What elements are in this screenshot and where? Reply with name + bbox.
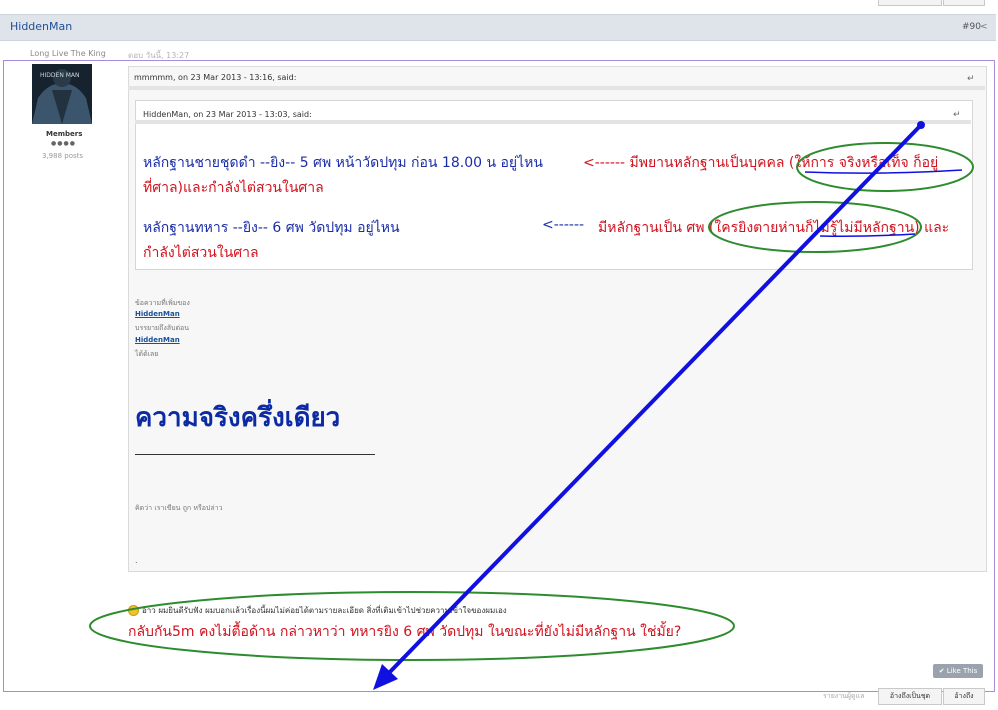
annotation-overlay bbox=[89, 121, 974, 690]
annotation-underline-mid bbox=[819, 233, 916, 237]
annotation-ellipse-mid bbox=[708, 201, 922, 253]
annotation-arrow-start bbox=[917, 121, 925, 129]
annotation-arrow-line bbox=[384, 123, 923, 678]
annotation-underline-top bbox=[804, 169, 963, 174]
annotation-ellipse-top bbox=[796, 142, 974, 192]
